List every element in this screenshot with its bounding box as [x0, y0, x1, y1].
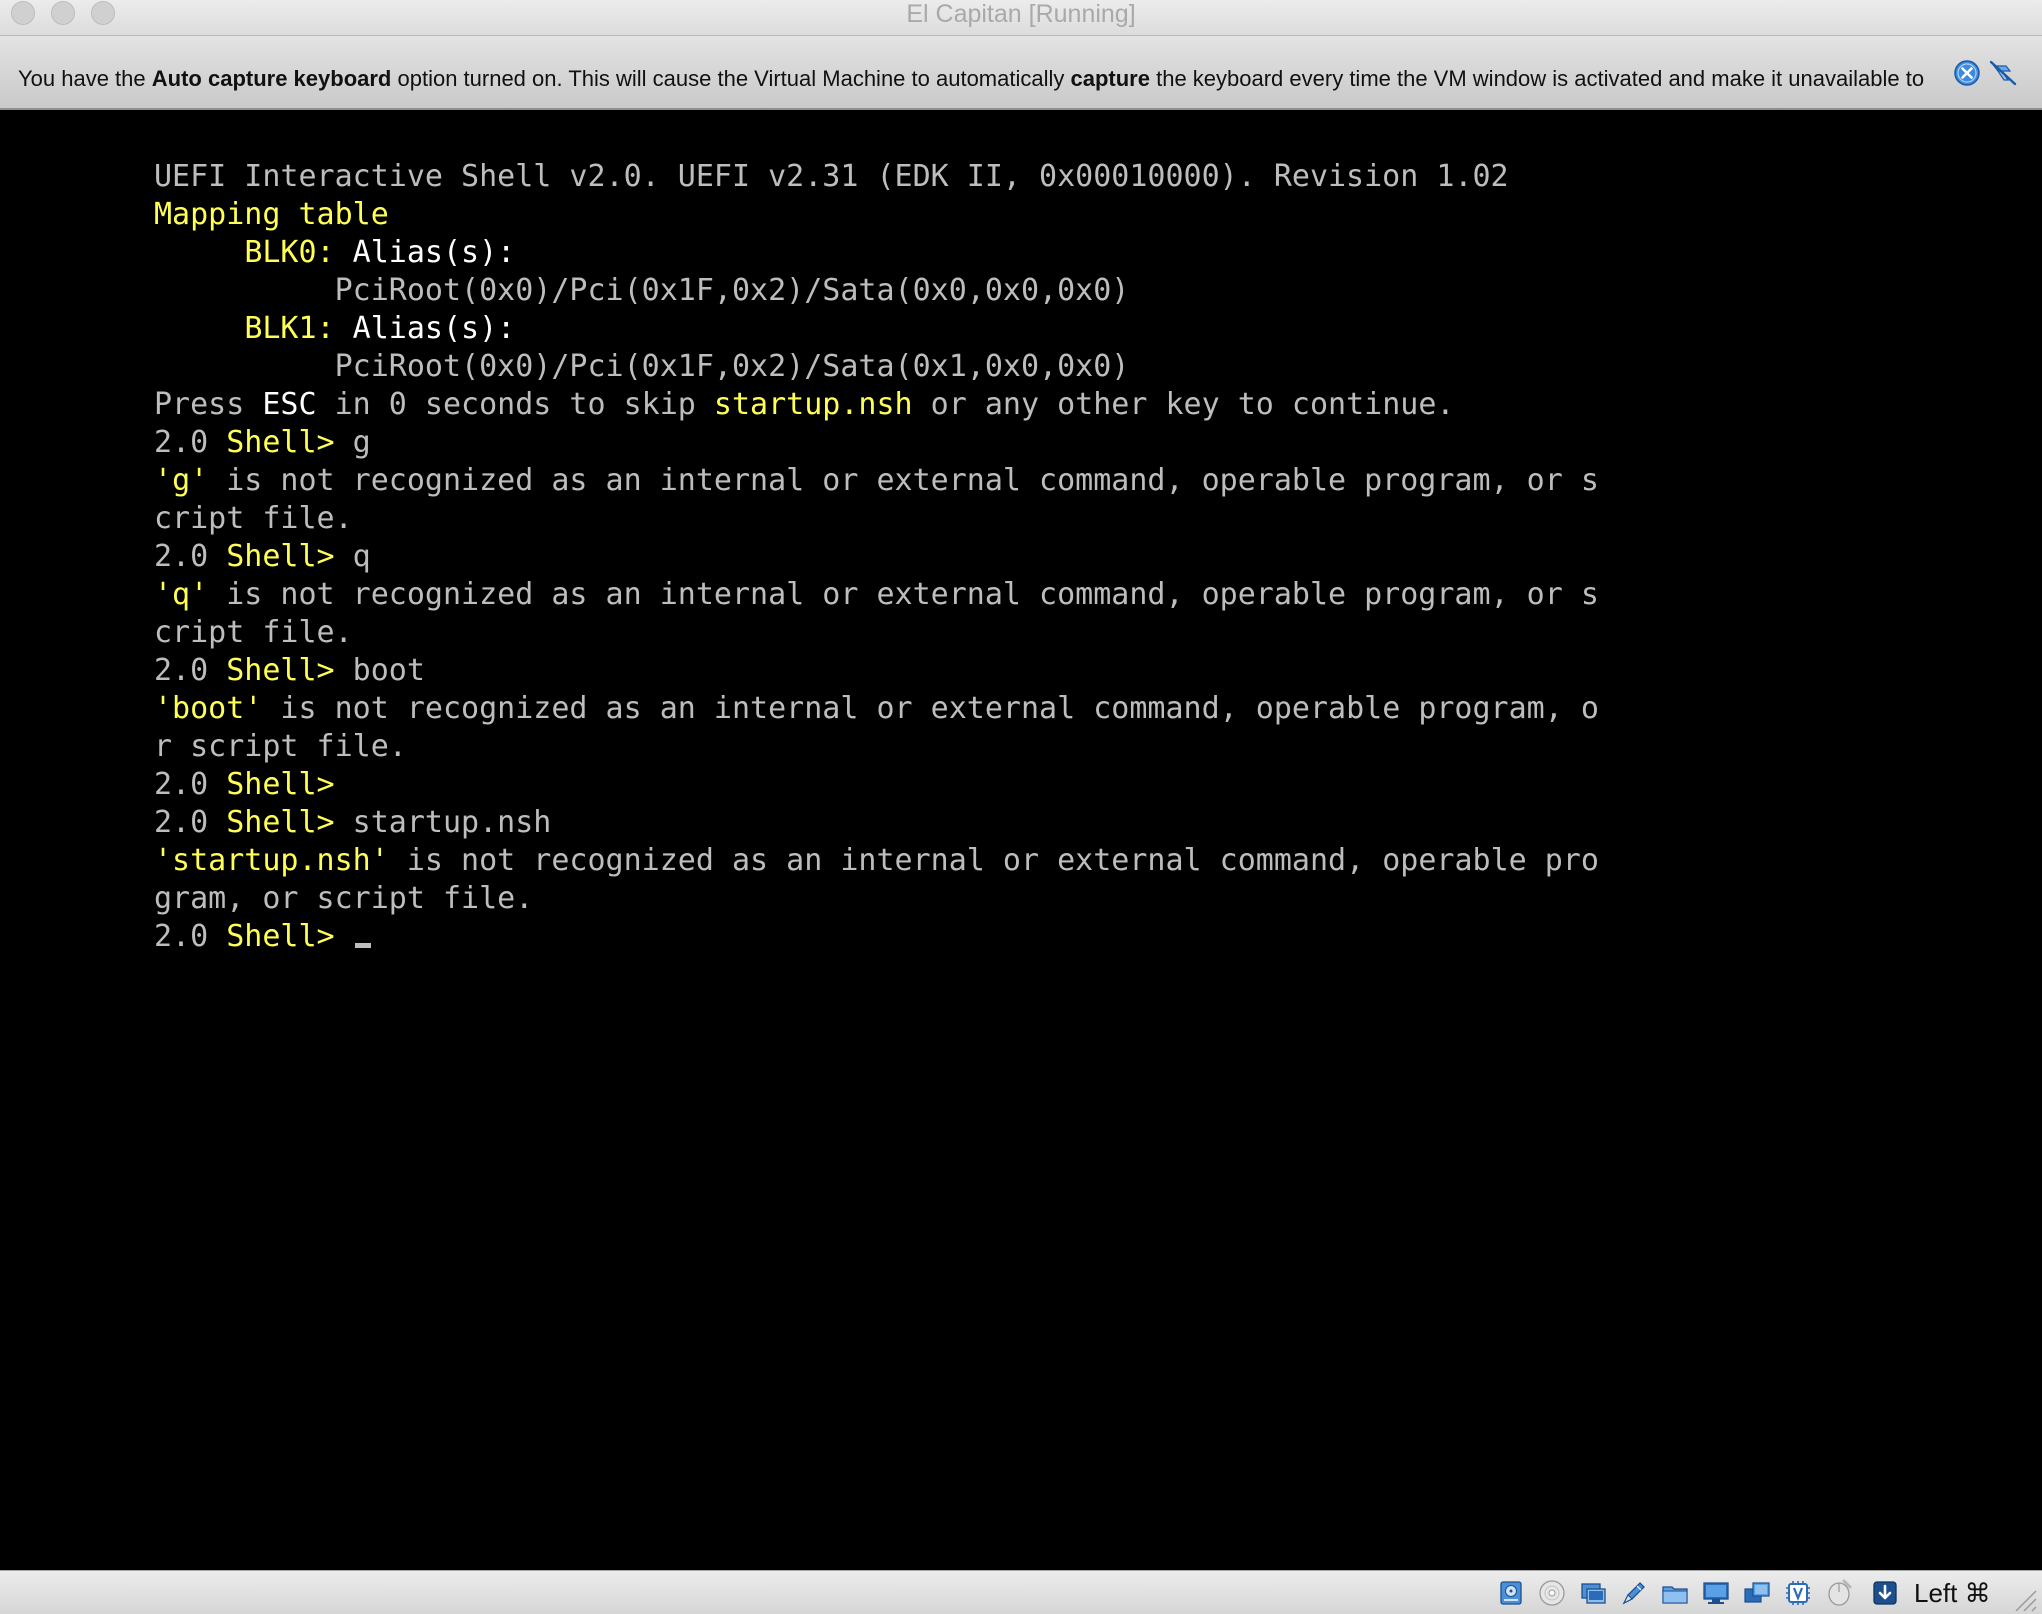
console-line: cript file. [154, 500, 1599, 538]
hard-disk-icon[interactable] [1496, 1578, 1526, 1608]
console-text: startup.nsh [334, 805, 552, 840]
console-text: r script file. [154, 729, 407, 764]
console-text: g [172, 463, 191, 498]
console-text: in 0 seconds to skip [316, 387, 714, 422]
console-text: 2.0 [154, 919, 227, 954]
console-text: BLK0: [244, 235, 335, 270]
console-text: 2.0 [154, 425, 227, 460]
console-line: Mapping table [154, 196, 1599, 234]
host-key-indicator[interactable]: Left ⌘ [1914, 1575, 1991, 1611]
console-text: ' [190, 463, 209, 498]
keyboard-capture-icon[interactable] [1870, 1578, 1900, 1608]
text-cursor [354, 943, 371, 948]
console-text: Mapping table [154, 197, 389, 232]
notification-message: You have the Auto capture keyboard optio… [18, 64, 1943, 98]
console-text: 'q' [154, 577, 209, 612]
console-text: 'startup.nsh' [154, 843, 389, 878]
console-text: Shell> [226, 919, 335, 954]
console-line: UEFI Interactive Shell v2.0. UEFI v2.31 … [154, 158, 1599, 196]
console-text: Shell> [226, 539, 335, 574]
audio-icon[interactable] [1578, 1578, 1608, 1608]
console-line: 2.0 Shell> [154, 766, 1599, 804]
console-text: gram, or script file. [154, 881, 534, 916]
console-text: is not recognized as an internal or exte… [208, 577, 1599, 612]
console-text: Alias(s): [334, 235, 516, 270]
console-text: Shell> [226, 767, 335, 802]
window-title: El Capitan [Running] [906, 0, 1136, 28]
usb-icon[interactable] [1660, 1578, 1690, 1608]
vm-status-bar: Left ⌘ [0, 1570, 2042, 1614]
console-text: Shell> [226, 653, 335, 688]
console-text: q [334, 539, 371, 574]
video-capture-icon[interactable] [1783, 1578, 1813, 1608]
network-icon[interactable] [1619, 1578, 1649, 1608]
console-text: Press [154, 387, 263, 422]
console-line: 2.0 Shell> g [154, 424, 1599, 462]
console-line: BLK0: Alias(s): [154, 234, 1599, 272]
console-line: PciRoot(0x0)/Pci(0x1F,0x2)/Sata(0x1,0x0,… [154, 348, 1599, 386]
notification-text: You have the [18, 66, 152, 91]
console-line: r script file. [154, 728, 1599, 766]
console-line: 'g' is not recognized as an internal or … [154, 462, 1599, 500]
vm-console-screen[interactable]: UEFI Interactive Shell v2.0. UEFI v2.31 … [0, 112, 2042, 1570]
notification-emphasis: capture [1070, 66, 1150, 91]
console-line: gram, or script file. [154, 880, 1599, 918]
console-line: 'boot' is not recognized as an internal … [154, 690, 1599, 728]
console-line: 2.0 Shell> boot [154, 652, 1599, 690]
cpu-virtualization-icon[interactable] [1824, 1578, 1854, 1608]
console-text: cript file. [154, 615, 353, 650]
console-text: 2.0 [154, 539, 227, 574]
resize-grip-icon[interactable] [2010, 1585, 2038, 1613]
console-line: PciRoot(0x0)/Pci(0x1F,0x2)/Sata(0x0,0x0,… [154, 272, 1599, 310]
console-text: or any other key to continue. [912, 387, 1455, 422]
console-line: 'startup.nsh' is not recognized as an in… [154, 842, 1599, 880]
console-text: g [334, 425, 371, 460]
console-text: is not recognized as an internal or exte… [262, 691, 1599, 726]
console-text: PciRoot(0x0)/Pci(0x1F,0x2)/Sata(0x1,0x0,… [154, 349, 1130, 384]
console-text: cript file. [154, 501, 353, 536]
console-text: Alias(s): [334, 311, 516, 346]
window-title-bar[interactable]: El Capitan [Running] [0, 0, 2042, 36]
console-line: Press ESC in 0 seconds to skip startup.n… [154, 386, 1599, 424]
console-text: 2.0 [154, 805, 227, 840]
console-line: 2.0 Shell> q [154, 538, 1599, 576]
console-text: ESC [262, 387, 317, 422]
console-text: 'boot' [154, 691, 263, 726]
console-text: startup.nsh [713, 387, 913, 422]
console-line: 'q' is not recognized as an internal or … [154, 576, 1599, 614]
console-text: UEFI Interactive Shell v2.0. UEFI v2.31 … [154, 159, 1509, 194]
console-line: BLK1: Alias(s): [154, 310, 1599, 348]
console-text: is not recognized as an internal or exte… [208, 463, 1599, 498]
display-icon[interactable] [1742, 1578, 1772, 1608]
console-text: BLK1: [244, 311, 335, 346]
notification-text: option turned on. This will cause the Vi… [391, 66, 1071, 91]
console-text: Shell> [226, 805, 335, 840]
auto-capture-notification: You have the Auto capture keyboard optio… [0, 36, 2042, 110]
console-text: is not recognized as an internal or exte… [388, 843, 1599, 878]
console-text: 2.0 [154, 653, 227, 688]
console-line: 2.0 Shell> [154, 918, 1599, 956]
notification-emphasis: Auto capture keyboard [151, 66, 392, 91]
console-text: PciRoot(0x0)/Pci(0x1F,0x2)/Sata(0x0,0x0,… [154, 273, 1130, 308]
close-message-icon[interactable] [1952, 58, 1982, 88]
console-text: ' [154, 463, 173, 498]
console-line: 2.0 Shell> startup.nsh [154, 804, 1599, 842]
console-text: Shell> [226, 425, 335, 460]
console-text: boot [334, 653, 425, 688]
console-text: 2.0 [154, 767, 227, 802]
shared-folders-icon[interactable] [1701, 1578, 1731, 1608]
console-line: cript file. [154, 614, 1599, 652]
uefi-shell-output: UEFI Interactive Shell v2.0. UEFI v2.31 … [154, 158, 1599, 956]
do-not-show-again-icon[interactable] [1988, 58, 2018, 88]
notification-text: the keyboard every time the VM window is… [1149, 66, 1925, 91]
optical-drive-icon[interactable] [1537, 1578, 1567, 1608]
